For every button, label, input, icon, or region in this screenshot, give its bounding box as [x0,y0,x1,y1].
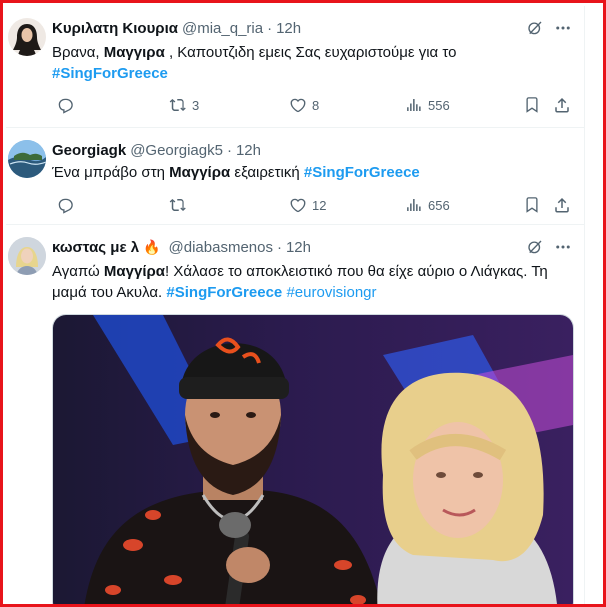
tweet-text: Ένα μπράβο στη Μαγγίρα εξαιρετική #SingF… [52,162,572,183]
media-photo [53,315,573,604]
tweet-header: κωστας με λ 🔥 @diabasmenos · 12h [52,237,311,257]
retweet-icon [169,96,187,114]
tweet-media-image[interactable] [52,314,574,604]
tweet-actions: 12 656 [52,195,577,215]
more-icon[interactable] [554,238,572,256]
like-button[interactable]: 12 [289,195,326,215]
bold-mention: Μαγγίρα [103,263,165,280]
retweet-button[interactable]: 3 [169,95,199,115]
text-segment: Ένα μπράβο στη [52,164,170,181]
tweet-text: Βρανα, Μαγγιρα , Καπουτζιδη εμεις Σας ευ… [52,42,572,84]
view-count: 556 [428,97,450,113]
views-icon [405,96,423,114]
avatar[interactable] [8,237,46,275]
reply-icon [56,96,74,114]
reply-button[interactable] [56,195,79,215]
bookmark-button[interactable] [523,195,541,215]
hashtag-link[interactable]: #SingForGreece [52,65,168,82]
tweet[interactable]: Κυριλατη Κιουρια @mia_q_ria · 12h Βρανα,… [6,6,584,128]
bold-mention: Μαγγίρα [169,164,231,181]
more-icon[interactable] [554,19,572,37]
timeline: Κυριλατη Κιουρια @mia_q_ria · 12h Βρανα,… [6,6,585,604]
tweet-header: Georgiagk @Georgiagk5 · 12h [52,140,261,160]
like-count: 8 [312,97,320,113]
like-count: 12 [312,197,327,213]
user-handle[interactable]: @mia_q_ria [182,20,263,37]
views-button[interactable]: 556 [405,95,450,115]
hashtag-link[interactable]: #SingForGreece [166,284,282,301]
retweet-icon [169,196,187,214]
like-icon [289,196,307,214]
hashtag-link[interactable]: #eurovisiongr [286,284,376,301]
avatar[interactable] [8,140,46,178]
retweet-count: 3 [192,97,200,113]
bold-mention: Μαγγιρα [103,44,165,61]
display-name[interactable]: Georgiagk [52,142,126,159]
screenshot-frame: Κυριλατη Κιουρια @mia_q_ria · 12h Βρανα,… [0,0,606,607]
text-segment: , Καπουτζιδη εμεις Σας ευχαριστούμε για … [164,44,457,61]
views-button[interactable]: 656 [405,195,450,215]
reply-button[interactable] [56,95,79,115]
view-count: 656 [428,197,450,213]
share-icon [553,96,571,114]
avatar[interactable] [8,18,46,56]
timestamp[interactable]: 12h [276,20,301,37]
separator-dot: · [226,141,232,159]
retweet-button[interactable] [169,195,192,215]
share-button[interactable] [553,195,571,215]
views-icon [405,196,423,214]
separator-dot: · [267,19,273,37]
bookmark-icon [523,96,541,114]
display-name[interactable]: κωστας με λ [52,239,139,256]
tweet[interactable]: Georgiagk @Georgiagk5 · 12h Ένα μπράβο σ… [6,128,584,225]
bookmark-icon [523,196,541,214]
timestamp[interactable]: 12h [236,142,261,159]
separator-dot: · [276,238,282,256]
tweet-text: Αγαπώ Μαγγίρα! Χάλασε το αποκλειστικό πο… [52,261,572,303]
share-button[interactable] [553,95,571,115]
fire-emoji: 🔥 [143,238,161,255]
like-button[interactable]: 8 [289,95,319,115]
grok-icon[interactable] [526,19,544,37]
grok-icon[interactable] [526,238,544,256]
tweet-header: Κυριλατη Κιουρια @mia_q_ria · 12h [52,18,301,38]
user-handle[interactable]: @Georgiagk5 [130,142,223,159]
hashtag-link[interactable]: #SingForGreece [304,164,420,181]
share-icon [553,196,571,214]
text-segment: Βρανα, [52,44,104,61]
timestamp[interactable]: 12h [286,239,311,256]
text-segment: εξαιρετική [230,164,304,181]
tweet-actions: 3 8 556 [52,95,577,115]
bookmark-button[interactable] [523,95,541,115]
display-name[interactable]: Κυριλατη Κιουρια [52,20,178,37]
user-handle[interactable]: @diabasmenos [169,239,273,256]
text-segment: Αγαπώ [52,263,104,280]
reply-icon [56,196,74,214]
like-icon [289,96,307,114]
